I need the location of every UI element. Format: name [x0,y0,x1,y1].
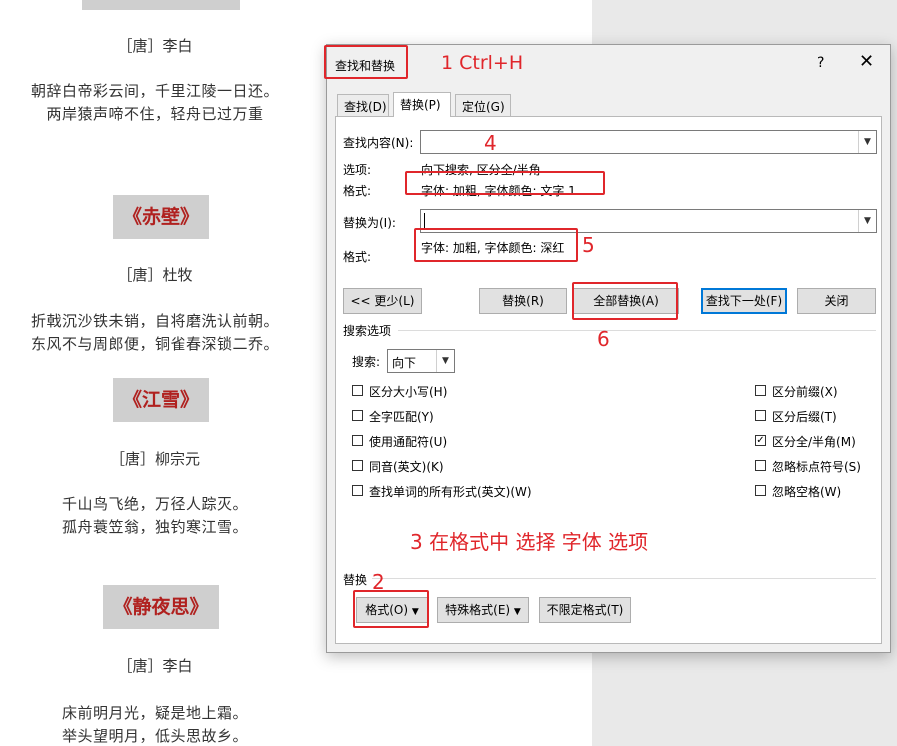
poem-line: 东风不与周郎便，铜雀春深锁二乔。 [30,335,279,353]
highlight-dialog-title [324,45,408,79]
caret-down-icon: ▼ [513,607,521,617]
match-width-checkbox[interactable]: ✓ [755,435,766,446]
replace-section-label: 替换 [343,573,368,587]
wildcards-checkbox[interactable] [352,435,363,446]
ignore-punct-checkbox[interactable] [755,460,766,471]
match-prefix-checkbox[interactable] [755,385,766,396]
special-format-button[interactable]: 特殊格式(E) ▼ [437,597,529,623]
all-word-forms-checkbox[interactable] [352,485,363,496]
annotation-1: 1 Ctrl+H [441,52,524,74]
search-direction-value: 向下 [392,356,417,370]
poem-title: 《赤壁》 [113,195,209,239]
less-button[interactable]: << 更少(L) [343,288,422,314]
poem-line: 两岸猿声啼不住，轻舟已过万重 [46,105,264,123]
poem-line: 折戟沉沙铁未销，自将磨洗认前朝。 [30,312,279,330]
annotation-6: 6 [597,327,610,351]
poem-line: 举头望明月，低头思故乡。 [61,727,248,745]
chevron-down-icon[interactable]: ▼ [858,210,876,232]
tab-goto[interactable]: 定位(G) [455,94,511,116]
poem-title-bar-top [82,0,240,10]
special-format-label: 特殊格式(E) [445,603,511,617]
sounds-like-label[interactable]: 同音(英文)(K) [369,458,444,475]
match-suffix-checkbox[interactable] [755,410,766,421]
replace-tab-panel: 查找内容(N): ▼ 选项: 向下搜索, 区分全/半角 格式: 字体: 加粗, … [335,116,882,644]
help-button[interactable]: ? [817,55,824,71]
find-what-label: 查找内容(N): [343,136,414,150]
replace-format-label: 格式: [343,250,372,264]
whole-word-label[interactable]: 全字匹配(Y) [369,408,434,425]
poem-author: ［唐］杜牧 [117,266,193,284]
match-case-label[interactable]: 区分大小写(H) [369,383,447,400]
match-suffix-label[interactable]: 区分后缀(T) [772,408,837,425]
poem-title: 《静夜思》 [103,585,219,629]
ignore-space-checkbox[interactable] [755,485,766,496]
tab-replace[interactable]: 替换(P) [393,92,451,117]
replace-with-label: 替换为(I): [343,216,396,230]
chevron-down-icon[interactable]: ▼ [858,131,876,153]
poem-line: 朝辞白帝彩云间，千里江陵一日还。 [30,82,279,100]
poem-line: 床前明月光，疑是地上霜。 [61,704,248,722]
search-direction-label: 搜索: [352,355,381,369]
poem-line: 孤舟蓑笠翁，独钓寒江雪。 [61,518,248,536]
divider [398,330,876,331]
replace-button[interactable]: 替换(R) [479,288,567,314]
options-label: 选项: [343,163,372,177]
match-prefix-label[interactable]: 区分前缀(X) [772,383,838,400]
poem-author: ［唐］李白 [117,657,193,675]
annotation-3: 3 在格式中 选择 字体 选项 [410,530,649,554]
find-next-button[interactable]: 查找下一处(F) [701,288,787,314]
sounds-like-checkbox[interactable] [352,460,363,471]
match-width-label[interactable]: 区分全/半角(M) [772,433,856,450]
ignore-punct-label[interactable]: 忽略标点符号(S) [772,458,861,475]
all-word-forms-label[interactable]: 查找单词的所有形式(英文)(W) [369,483,532,500]
highlight-replace-format [414,228,578,262]
match-case-checkbox[interactable] [352,385,363,396]
wildcards-label[interactable]: 使用通配符(U) [369,433,447,450]
highlight-find-format [405,171,605,195]
highlight-replace-all [572,282,678,320]
tab-find[interactable]: 查找(D) [337,94,389,116]
annotation-4: 4 [484,131,497,155]
poem-title: 《江雪》 [113,378,209,422]
annotation-5: 5 [582,233,595,257]
poem-line: 千山鸟飞绝，万径人踪灭。 [61,495,248,513]
divider [372,578,876,579]
close-icon[interactable]: ✕ [859,51,874,72]
no-formatting-button[interactable]: 不限定格式(T) [539,597,631,623]
ignore-space-label[interactable]: 忽略空格(W) [772,483,841,500]
search-options-label: 搜索选项 [343,324,392,338]
find-format-label: 格式: [343,184,372,198]
poem-author: ［唐］李白 [117,37,193,55]
chevron-down-icon[interactable]: ▼ [436,350,454,372]
highlight-format-button [353,590,429,628]
close-button[interactable]: 关闭 [797,288,876,314]
poem-author: ［唐］柳宗元 [109,450,200,468]
text-caret [424,213,425,229]
search-direction-select[interactable]: 向下 ▼ [387,349,455,373]
whole-word-checkbox[interactable] [352,410,363,421]
